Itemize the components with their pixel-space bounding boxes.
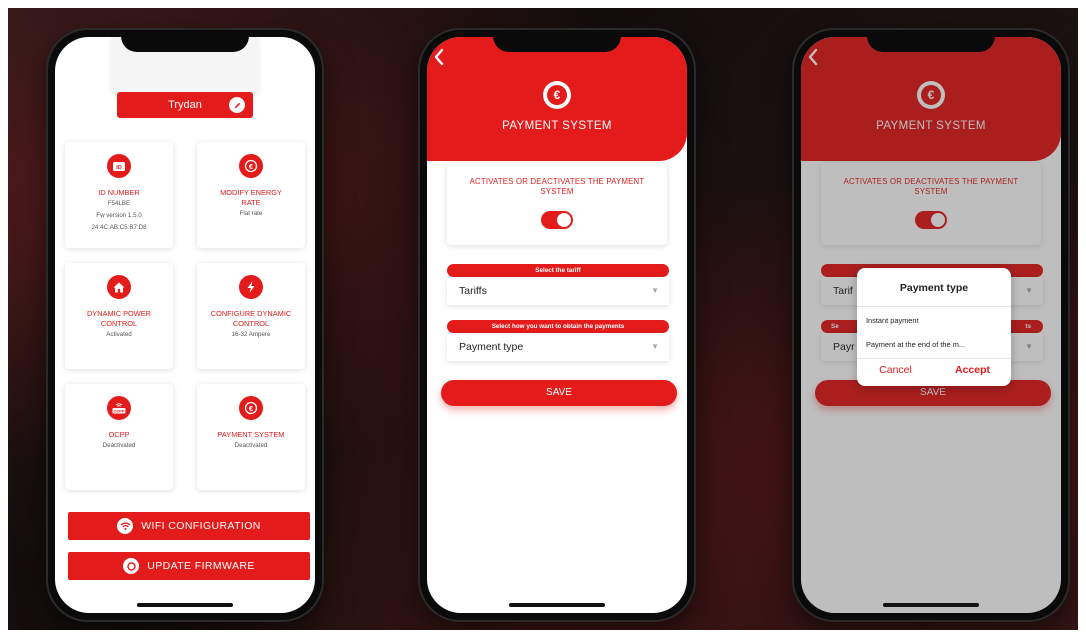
update-firmware-label: UPDATE FIRMWARE	[147, 560, 255, 572]
update-firmware-button[interactable]: UPDATE FIRMWARE	[68, 552, 310, 580]
tile-title: PAYMENT SYSTEM	[217, 430, 285, 439]
wifi-icon	[117, 518, 134, 534]
page-title: PAYMENT SYSTEM	[502, 120, 612, 132]
tile-id-number[interactable]: ID ID NUMBER F54LBE Fw version 1.5.0 24:…	[65, 142, 173, 248]
accept-button[interactable]: Accept	[934, 364, 1011, 376]
home-indicator	[883, 603, 979, 607]
refresh-icon	[123, 558, 140, 574]
tile-modify-energy-rate[interactable]: € MODIFY ENERGY RATE Flat rate	[197, 142, 305, 248]
tile-id-value: F54LBE	[107, 200, 131, 207]
divider	[857, 306, 1011, 307]
tile-title: MODIFY ENERGY RATE	[220, 188, 282, 207]
bolt-icon	[239, 275, 263, 299]
payment-type-select[interactable]: Payment type ▼	[447, 333, 669, 361]
chevron-down-icon: ▼	[651, 342, 659, 351]
tile-title: OCPP	[108, 430, 130, 439]
phone-payment-dialog: € PAYMENT SYSTEM ACTIVATES OR DEACTIVATE…	[794, 30, 1068, 620]
tile-mac-address: 24:4C:AB:C5:B7:D8	[91, 224, 147, 231]
euro-icon: €	[543, 81, 571, 109]
chevron-down-icon: ▼	[651, 286, 659, 295]
activate-payment-card: ACTIVATES OR DEACTIVATES THE PAYMENT SYS…	[447, 163, 667, 245]
chevron-left-icon[interactable]	[433, 47, 445, 71]
tile-fw-version: Fw version 1.5.0	[96, 212, 142, 219]
payment-type-value: Payment type	[459, 341, 524, 353]
activate-payment-text: ACTIVATES OR DEACTIVATES THE PAYMENT SYS…	[469, 177, 645, 196]
frame-border	[0, 0, 1086, 8]
id-card-icon: ID	[107, 154, 131, 178]
tile-title: DYNAMIC POWER CONTROL	[86, 309, 152, 328]
payments-label: Select how you want to obtain the paymen…	[447, 320, 669, 333]
phone-payment-system: € PAYMENT SYSTEM ACTIVATES OR DEACTIVATE…	[420, 30, 694, 620]
tile-dynamic-power-control[interactable]: DYNAMIC POWER CONTROL Activated	[65, 263, 173, 369]
edit-pencil-icon[interactable]	[229, 97, 245, 113]
frame-border	[1078, 0, 1086, 638]
tile-range: 16-32 Ampere	[231, 331, 271, 338]
device-name: Trydan	[168, 99, 202, 111]
home-icon	[107, 275, 131, 299]
home-indicator	[137, 603, 233, 607]
frame-border	[0, 630, 1086, 638]
wifi-configuration-button[interactable]: WIFI CONFIGURATION	[68, 512, 310, 540]
tile-payment-system[interactable]: € PAYMENT SYSTEM Deactivated	[197, 384, 305, 490]
device-name-bar[interactable]: Trydan	[117, 92, 253, 118]
tile-configure-dynamic-control[interactable]: CONFIGURE DYNAMIC CONTROL 16-32 Ampere	[197, 263, 305, 369]
option-end-of-month-payment[interactable]: Payment at the end of the m...	[866, 340, 1005, 349]
tile-ocpp[interactable]: OCPP OCPP Deactivated	[65, 384, 173, 490]
divider	[857, 358, 1011, 359]
option-instant-payment[interactable]: Instant payment	[866, 316, 1005, 325]
euro-icon: €	[239, 396, 263, 420]
euro-icon: €	[239, 154, 263, 178]
payment-dialog-screen: € PAYMENT SYSTEM ACTIVATES OR DEACTIVATE…	[801, 37, 1061, 613]
settings-screen: Trydan ID ID NUMBER F54LBE Fw version 1.…	[55, 37, 315, 613]
payment-header: € PAYMENT SYSTEM	[427, 37, 687, 161]
tile-status: Activated	[106, 331, 132, 338]
home-indicator	[509, 603, 605, 607]
tile-status: Deactivated	[102, 442, 136, 449]
frame-border	[0, 0, 8, 638]
wifi-configuration-label: WIFI CONFIGURATION	[141, 520, 261, 532]
tile-rate-value: Flat rate	[239, 210, 263, 217]
phone-device-settings: Trydan ID ID NUMBER F54LBE Fw version 1.…	[48, 30, 322, 620]
phone-notch	[493, 30, 621, 52]
tile-title: ID NUMBER	[98, 188, 140, 197]
ocpp-icon: OCPP	[107, 396, 131, 420]
ocpp-icon-label: OCPP	[114, 409, 125, 413]
phone-notch	[867, 30, 995, 52]
tariff-select-value: Tariffs	[459, 285, 487, 297]
payment-toggle[interactable]	[541, 211, 573, 229]
tile-status: Deactivated	[234, 442, 268, 449]
tariff-label: Select the tariff	[447, 264, 669, 277]
cancel-button[interactable]: Cancel	[857, 364, 934, 376]
payment-screen: € PAYMENT SYSTEM ACTIVATES OR DEACTIVATE…	[427, 37, 687, 613]
payment-type-dialog: Payment type Instant payment Payment at …	[857, 268, 1011, 386]
tariff-select[interactable]: Tariffs ▼	[447, 277, 669, 305]
dialog-title: Payment type	[899, 282, 969, 294]
save-button[interactable]: SAVE	[441, 380, 677, 406]
svg-text:€: €	[249, 162, 254, 171]
svg-text:€: €	[249, 404, 254, 413]
phone-notch	[121, 30, 249, 52]
svg-text:ID: ID	[116, 165, 122, 171]
tile-title: CONFIGURE DYNAMIC CONTROL	[210, 309, 292, 328]
